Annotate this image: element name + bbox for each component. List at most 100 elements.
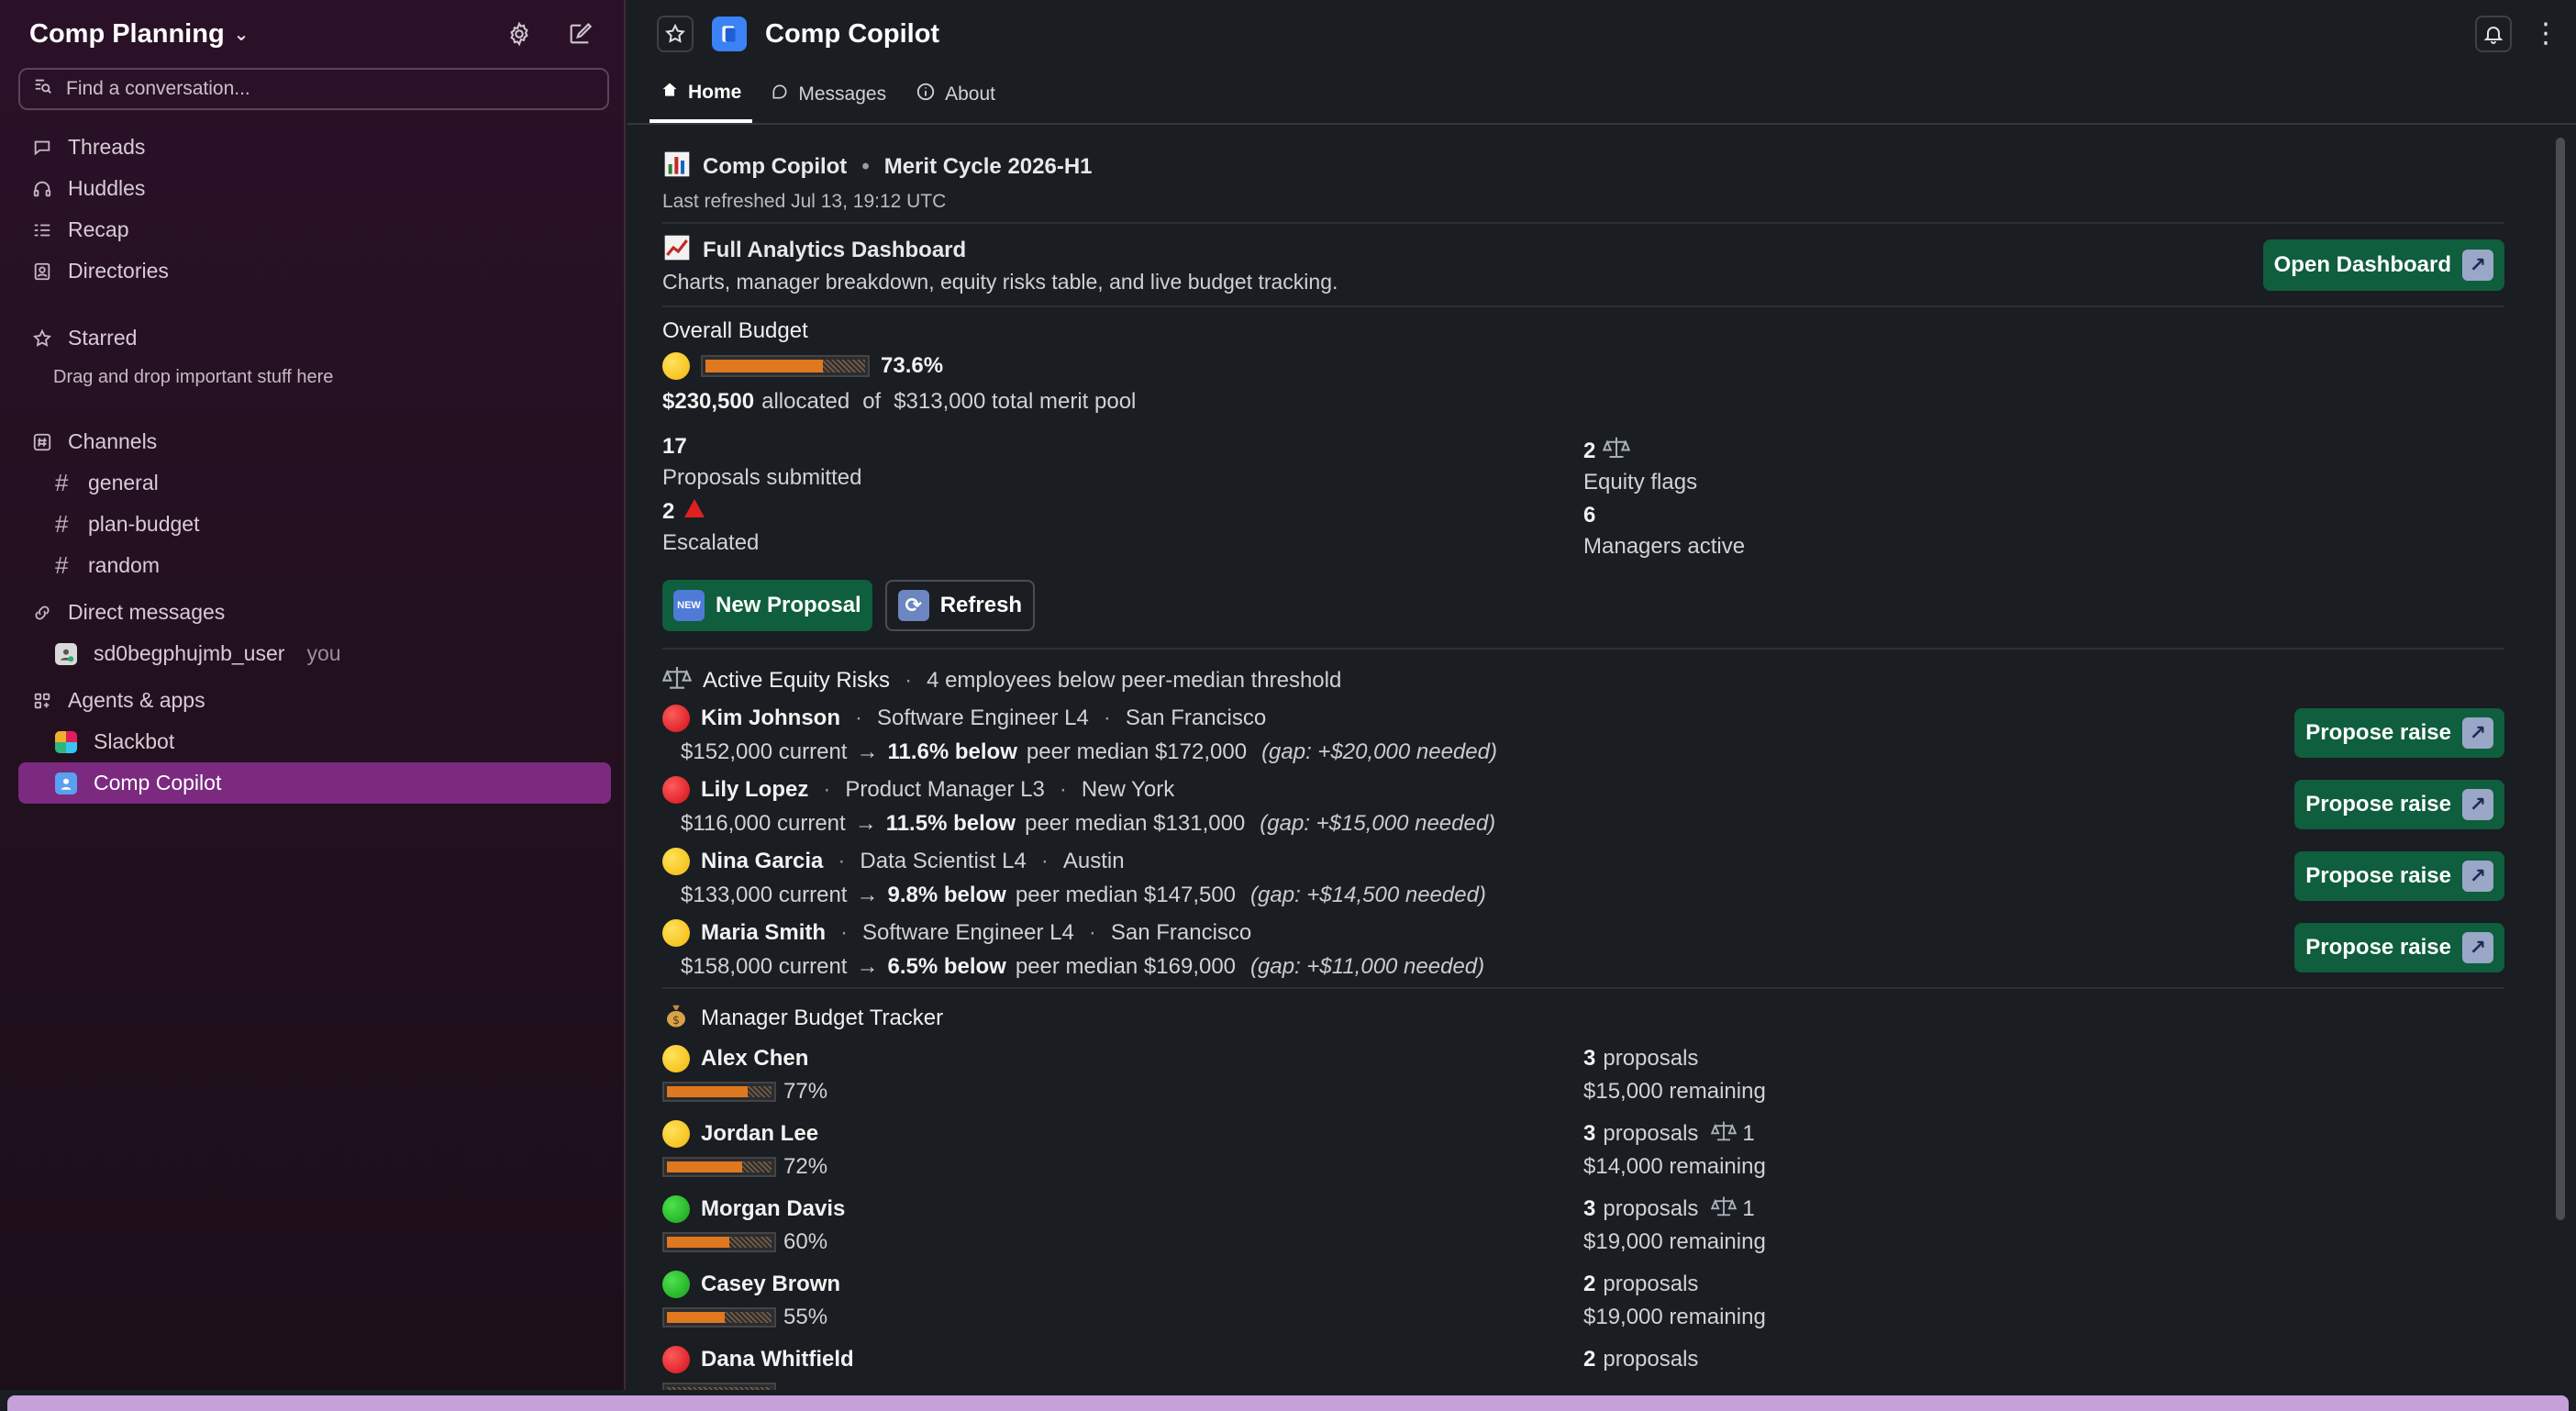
proposal-count: 3 <box>1583 1121 1596 1146</box>
employee-name: Lily Lopez <box>701 777 809 802</box>
channel-plan-budget[interactable]: # plan-budget <box>0 504 624 545</box>
svg-text:$: $ <box>672 1012 680 1026</box>
stat-equity-flags: 2 Equity flags <box>1583 434 2504 495</box>
proposals-label: proposals <box>1603 1046 1699 1071</box>
below-percent: 11.6% below <box>887 739 1017 764</box>
new-proposal-button[interactable]: NEW New Proposal <box>662 580 872 631</box>
manager-name: Dana Whitfield <box>701 1347 854 1372</box>
equity-risk-row: Lily Lopez · Product Manager L3 · New Yo… <box>662 772 2504 840</box>
sidebar-item-recap[interactable]: Recap <box>0 209 624 250</box>
propose-raise-button[interactable]: Propose raise ↗ <box>2294 780 2504 829</box>
tab-messages[interactable]: Messages <box>760 66 897 123</box>
below-percent: 9.8% below <box>887 883 1006 907</box>
comp-copilot-logo-icon <box>712 17 747 51</box>
workspace-switcher[interactable]: Comp Planning ⌄ <box>29 19 249 50</box>
equity-risks-section: Active Equity Risks · 4 employees below … <box>661 661 2504 983</box>
peer-median: peer median $131,000 <box>1025 811 1246 836</box>
tab-label: Messages <box>798 83 887 105</box>
sidebar-item-label: Threads <box>68 135 146 159</box>
sidebar-section-apps[interactable]: Agents & apps <box>0 680 624 721</box>
employee-location: New York <box>1081 777 1175 802</box>
dm-user-name: sd0begphujmb_user <box>94 641 285 665</box>
button-label: New Proposal <box>716 593 861 617</box>
channel-random[interactable]: # random <box>0 545 624 586</box>
external-link-icon: ↗ <box>2462 861 2493 892</box>
current-salary: $158,000 current <box>681 954 848 979</box>
arrow-right-icon: → <box>854 811 877 836</box>
home-title-row: Comp Copilot • Merit Cycle 2026-H1 <box>662 150 2504 183</box>
remaining-budget: $19,000 remaining <box>1583 1229 1766 1254</box>
current-salary: $116,000 current <box>681 811 846 836</box>
propose-raise-button[interactable]: Propose raise ↗ <box>2294 708 2504 758</box>
home-title: Comp Copilot <box>703 154 848 179</box>
peer-median: peer median $169,000 <box>1015 954 1237 979</box>
budget-progress-bar <box>701 355 870 377</box>
workspace-name: Comp Planning <box>29 18 225 49</box>
status-yellow-icon <box>662 1045 690 1072</box>
bar-chart-icon <box>662 150 692 185</box>
channel-general[interactable]: # general <box>0 462 624 504</box>
proposals-label: proposals <box>1603 1196 1699 1221</box>
dm-self[interactable]: sd0begphujmb_user you <box>0 633 624 674</box>
of-label: of <box>862 389 882 414</box>
button-label: Refresh <box>939 593 1023 617</box>
compose-icon[interactable] <box>565 19 594 49</box>
employee-role: Data Scientist L4 <box>860 849 1027 873</box>
home-icon <box>661 81 679 105</box>
manager-row: Casey Brown 55% 2 proposals $19,000 rema… <box>662 1268 2504 1334</box>
channel-name: random <box>88 553 160 577</box>
manager-name: Casey Brown <box>701 1272 841 1296</box>
chevron-down-icon: ⌄ <box>233 24 250 45</box>
propose-raise-button[interactable]: Propose raise ↗ <box>2294 923 2504 972</box>
equity-flag-count: 1 <box>1742 1121 1755 1146</box>
proposals-label: proposals <box>1603 1272 1699 1296</box>
app-slackbot[interactable]: Slackbot <box>0 721 624 762</box>
notifications-button[interactable] <box>2475 16 2512 52</box>
sidebar-section-dms[interactable]: Direct messages <box>0 592 624 633</box>
status-green-icon <box>662 1195 690 1223</box>
current-salary: $133,000 current <box>681 883 848 907</box>
stat-value: 2 <box>1583 438 1596 463</box>
bottom-bar <box>0 1390 2576 1411</box>
star-button[interactable] <box>657 16 694 52</box>
sidebar-section-channels[interactable]: Channels <box>0 421 624 462</box>
sidebar-item-threads[interactable]: Threads <box>0 127 624 168</box>
sidebar-section-starred[interactable]: Starred <box>0 317 624 359</box>
scrollbar[interactable] <box>2556 138 2565 1220</box>
sidebar-item-directories[interactable]: Directories <box>0 250 624 292</box>
remaining-budget <box>1583 1376 2504 1390</box>
employee-name: Maria Smith <box>701 920 827 945</box>
app-comp-copilot[interactable]: Comp Copilot <box>18 762 611 804</box>
dashboard-description: Charts, manager breakdown, equity risks … <box>662 270 1338 294</box>
workspace-header: Comp Planning ⌄ <box>0 0 624 68</box>
employee-name: Nina Garcia <box>701 849 824 873</box>
section-label: Starred <box>68 326 138 350</box>
external-link-icon: ↗ <box>2462 249 2493 281</box>
you-tag: you <box>306 641 341 665</box>
arrow-right-icon: → <box>856 883 879 907</box>
equity-risk-row: Nina Garcia · Data Scientist L4 · Austin… <box>662 844 2504 912</box>
tab-about[interactable]: About <box>905 66 1006 123</box>
new-badge-icon: NEW <box>673 590 705 621</box>
refresh-button[interactable]: ⟳ Refresh <box>884 580 1036 631</box>
employee-location: San Francisco <box>1125 706 1267 730</box>
propose-raise-button[interactable]: Propose raise ↗ <box>2294 851 2504 901</box>
dm-icon <box>31 602 53 624</box>
open-dashboard-button[interactable]: Open Dashboard ↗ <box>2262 239 2504 291</box>
stat-managers: 6 Managers active <box>1583 503 2504 560</box>
hash-icon: # <box>55 551 69 579</box>
conversation-search[interactable]: Find a conversation... <box>18 68 609 110</box>
trend-chart-icon <box>662 233 692 269</box>
page-title: Comp Copilot <box>765 18 940 49</box>
stat-value: 17 <box>662 434 687 459</box>
proposal-count: 2 <box>1583 1272 1596 1296</box>
proposal-count: 2 <box>1583 1347 1596 1372</box>
more-options-icon[interactable]: ⋮ <box>2532 20 2559 48</box>
button-label: Propose raise <box>2305 792 2451 817</box>
settings-gear-icon[interactable] <box>505 19 534 49</box>
tab-home[interactable]: Home <box>650 66 753 123</box>
manager-tracker-section: $ Manager Budget Tracker Alex Chen 77% 3… <box>662 1000 2504 1390</box>
stat-escalated: 2 Escalated <box>662 498 1583 556</box>
sidebar-item-huddles[interactable]: Huddles <box>0 168 624 209</box>
equity-risk-row: Kim Johnson · Software Engineer L4 · San… <box>662 701 2504 769</box>
